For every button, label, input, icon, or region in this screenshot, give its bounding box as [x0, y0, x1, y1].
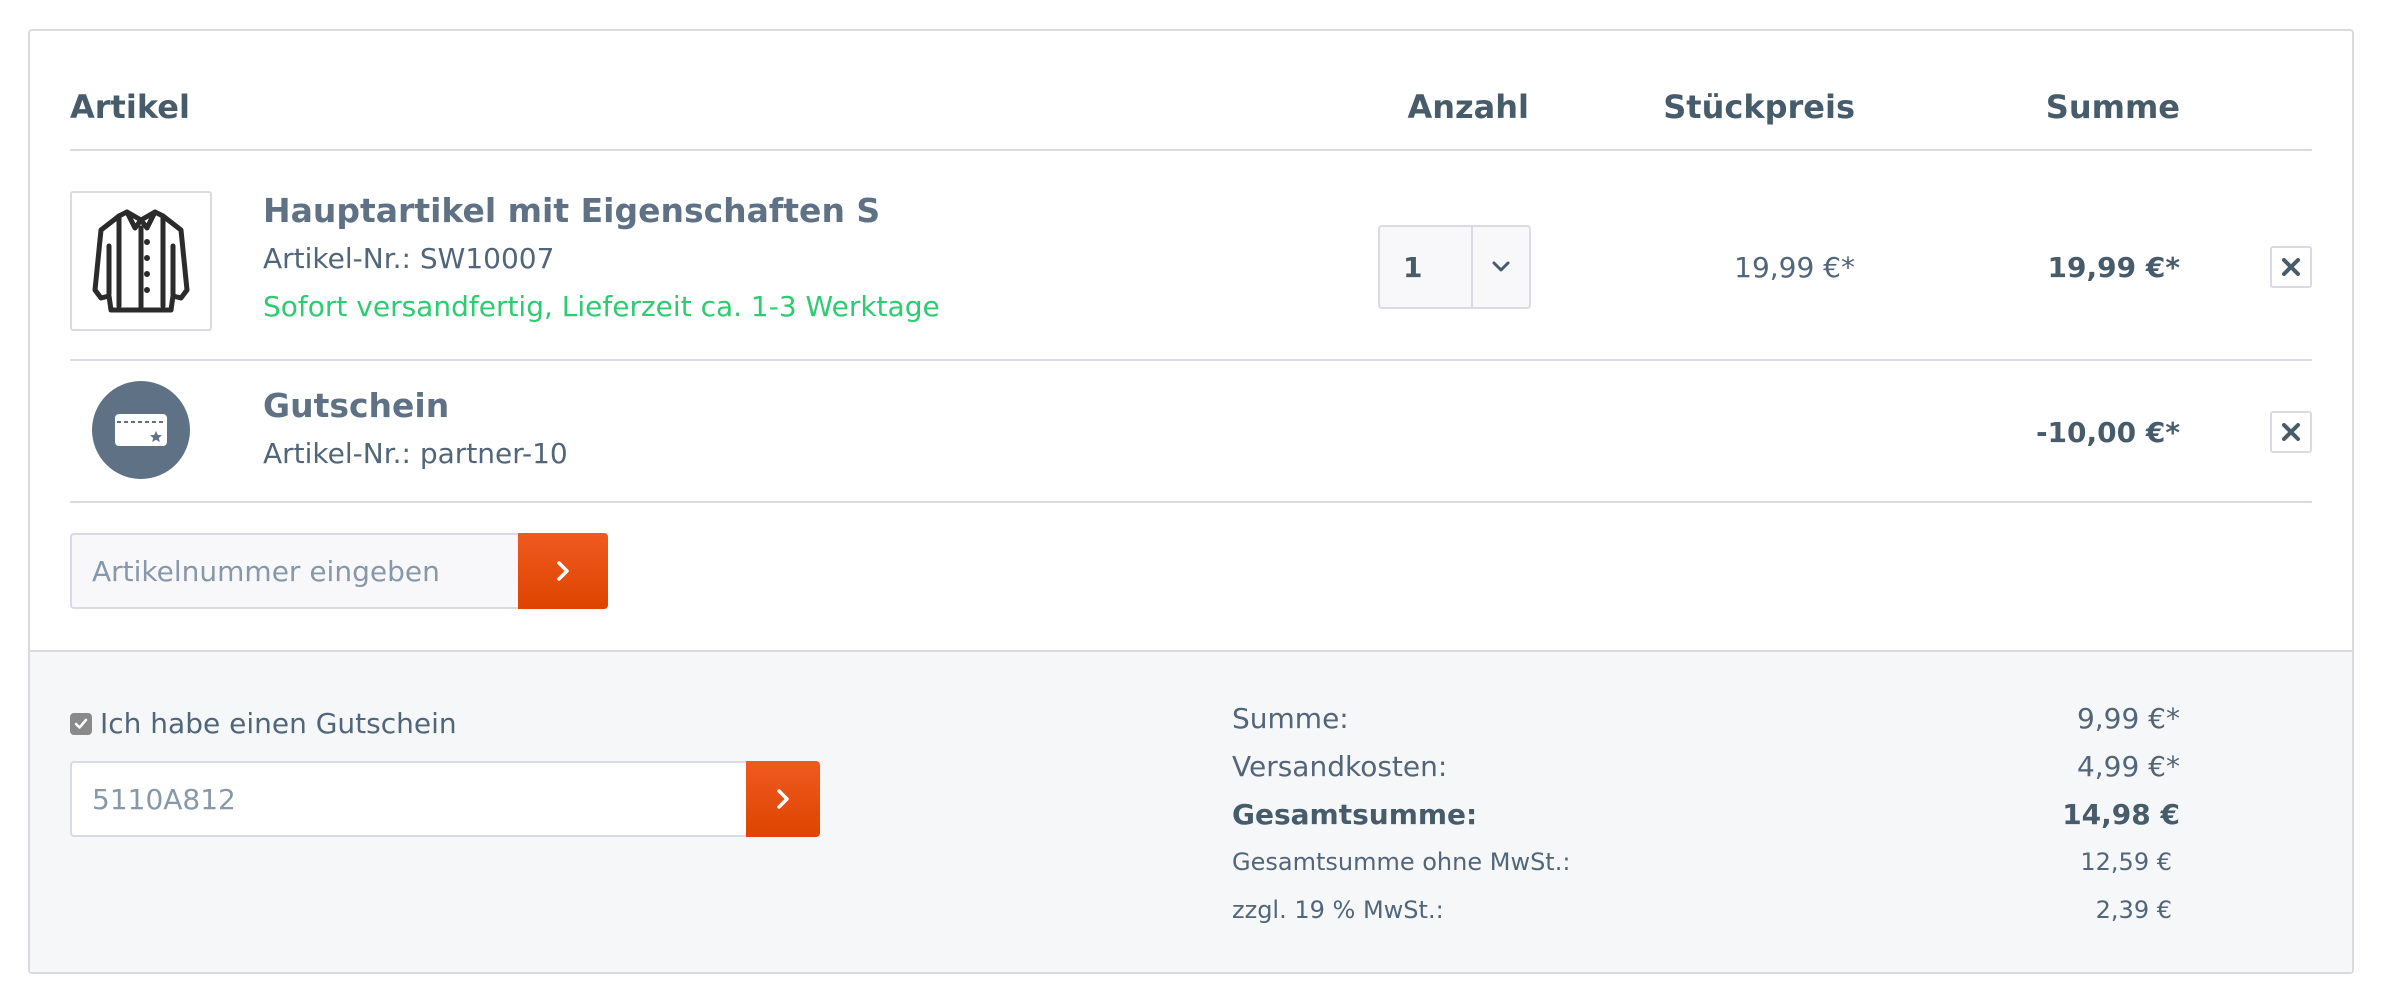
vat-value: 2,39 €	[2095, 896, 2172, 924]
column-header-total: Summe	[2045, 88, 2180, 126]
line-total: 19,99 €*	[2047, 251, 2180, 284]
article-number-input[interactable]	[70, 533, 518, 609]
summary-shipping: Versandkosten: 4,99 €*	[1232, 750, 2180, 783]
net-total-label: Gesamtsumme ohne MwSt.:	[1232, 848, 1571, 876]
close-icon	[2282, 258, 2300, 276]
net-total-value: 12,59 €	[2080, 848, 2172, 876]
voucher-card-icon	[92, 381, 190, 479]
summary-net-total: Gesamtsumme ohne MwSt.: 12,59 €	[1232, 848, 2172, 876]
delivery-status: Sofort versandfertig, Lieferzeit ca. 1-3…	[263, 290, 940, 323]
vat-label: zzgl. 19 % MwSt.:	[1232, 896, 1444, 924]
product-name[interactable]: Hauptartikel mit Eigenschaften S	[263, 191, 880, 230]
column-header-article: Artikel	[70, 88, 190, 126]
quantity-select[interactable]: 1	[1378, 225, 1531, 309]
cart-item-row: Hauptartikel mit Eigenschaften S Artikel…	[70, 151, 2312, 361]
remove-voucher-button[interactable]	[2270, 411, 2312, 453]
voucher-name: Gutschein	[263, 386, 450, 425]
shipping-value: 4,99 €*	[2076, 750, 2180, 783]
cart-container: Artikel Anzahl Stückpreis Summe Hauptart…	[28, 29, 2354, 974]
product-thumbnail[interactable]	[70, 191, 212, 331]
chevron-right-icon	[777, 789, 789, 809]
chevron-right-icon	[557, 561, 569, 581]
remove-item-button[interactable]	[2270, 246, 2312, 288]
shipping-label: Versandkosten:	[1232, 750, 1448, 783]
grand-total-label: Gesamtsumme:	[1232, 798, 1478, 831]
voucher-checkbox-label: Ich habe einen Gutschein	[100, 707, 457, 740]
cart-table-header: Artikel Anzahl Stückpreis Summe	[70, 31, 2312, 151]
product-sku: Artikel-Nr.: SW10007	[263, 242, 555, 275]
grand-total-value: 14,98 €	[2062, 798, 2180, 831]
voucher-total: -10,00 €*	[2035, 416, 2180, 449]
checkmark-icon	[74, 718, 88, 729]
voucher-code-input[interactable]	[70, 761, 746, 837]
cart-footer: Ich habe einen Gutschein Summe: 9,99 €* …	[30, 650, 2352, 972]
quantity-value: 1	[1403, 251, 1423, 284]
chevron-down-icon[interactable]	[1473, 227, 1529, 307]
subtotal-label: Summe:	[1232, 702, 1349, 735]
add-article-button[interactable]	[518, 533, 608, 609]
voucher-sku: Artikel-Nr.: partner-10	[263, 437, 568, 470]
apply-voucher-button[interactable]	[746, 761, 820, 837]
voucher-checkbox[interactable]	[70, 712, 92, 735]
summary-grand-total: Gesamtsumme: 14,98 €	[1232, 798, 2180, 831]
subtotal-value: 9,99 €*	[2076, 702, 2180, 735]
column-header-unit-price: Stückpreis	[1663, 88, 1855, 126]
column-header-quantity: Anzahl	[1407, 88, 1529, 126]
cart-item-row: Gutschein Artikel-Nr.: partner-10 -10,00…	[70, 361, 2312, 503]
jacket-icon	[92, 209, 190, 313]
summary-vat: zzgl. 19 % MwSt.: 2,39 €	[1232, 896, 2172, 924]
unit-price: 19,99 €*	[1734, 251, 1855, 284]
close-icon	[2282, 423, 2300, 441]
voucher-checkbox-row[interactable]: Ich habe einen Gutschein	[70, 707, 457, 740]
summary-subtotal: Summe: 9,99 €*	[1232, 702, 2180, 735]
